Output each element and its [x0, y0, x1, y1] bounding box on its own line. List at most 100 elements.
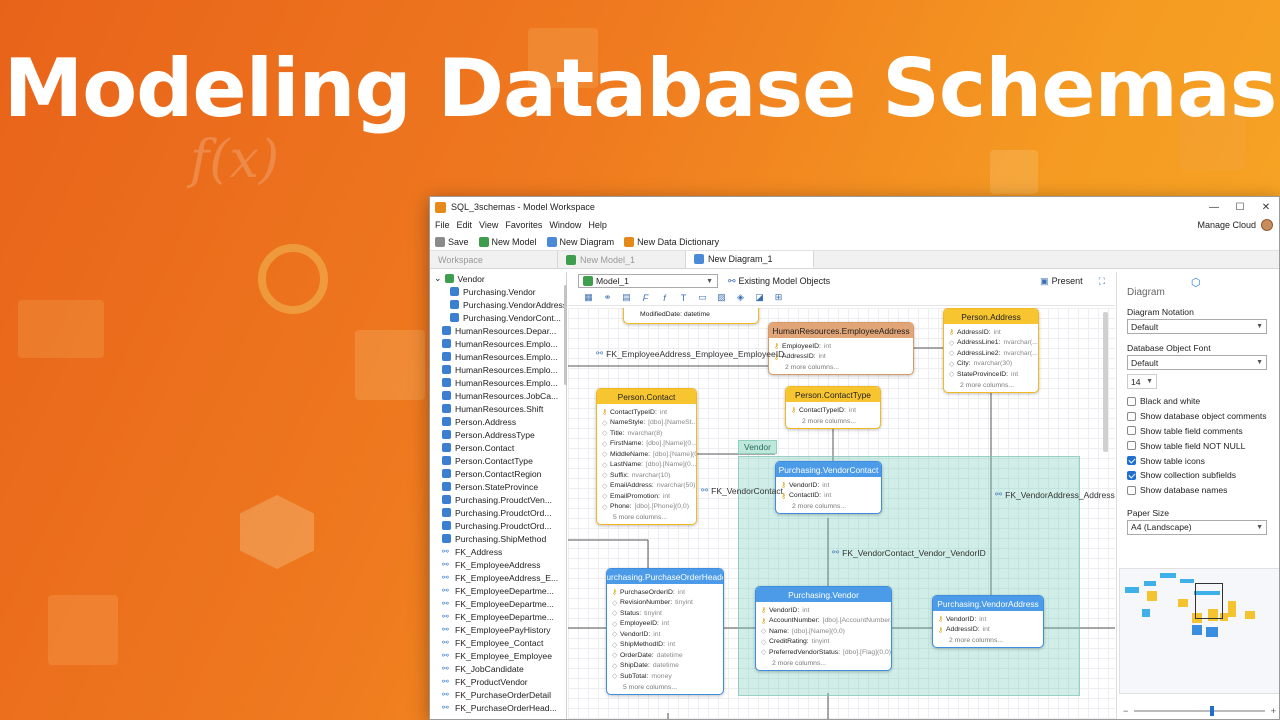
entity-po-header[interactable]: Purchasing.PurchaseOrderHeader ⚷ PurchaseO… — [606, 568, 724, 695]
tree-item-table[interactable]: Purchasing.ProudctOrd... — [430, 506, 566, 519]
more-columns-link[interactable]: 2 more columns... — [776, 501, 881, 512]
option-checkbox[interactable]: Show table field comments — [1127, 424, 1279, 439]
entity-field[interactable]: ◇MiddleName:[dbo].[Name](0... — [597, 449, 696, 460]
diagram-notation-select[interactable]: Default ▼ — [1127, 319, 1267, 334]
entity-field[interactable]: ◇ Name: [dbo].[Name](0,0) — [756, 626, 891, 637]
tree-item-table[interactable]: HumanResources.Emplo... — [430, 363, 566, 376]
tree-item-fk[interactable]: ⚯ FK_Address — [430, 545, 566, 558]
entity-field[interactable]: ⚷ AccountNumber: [dbo].[AccountNumber... — [756, 616, 891, 627]
relation-label[interactable]: ⚯ FK_EmployeeAddress_Employee_EmployeeID — [596, 348, 784, 359]
entity-field[interactable]: ◇ CreditRating: tinyint — [756, 637, 891, 648]
tree-item-table[interactable]: Purchasing.ProudctVen... — [430, 493, 566, 506]
text-icon[interactable]: T — [678, 293, 689, 303]
relation-label[interactable]: ⚯ FK_VendorAddress_Address — [995, 489, 1115, 500]
more-columns-link[interactable]: 2 more columns... — [756, 658, 891, 669]
entity-field[interactable]: ◇ Title: nvarchar(8) — [597, 428, 696, 439]
entity-field[interactable]: ◇ RevisionNumber: tinyint — [607, 598, 723, 609]
tree-item-table[interactable]: Purchasing.ShipMethod — [430, 532, 566, 545]
checkbox[interactable] — [1127, 441, 1136, 451]
more-columns-link[interactable]: 2 more columns... — [769, 362, 913, 373]
tree-item-fk[interactable]: ⚯ FK_Employee_Employee — [430, 649, 566, 662]
shape-icon[interactable]: ◈ — [735, 292, 746, 303]
entity-partial[interactable]: ModifiedDate: datetime — [623, 308, 759, 324]
checkbox[interactable] — [1127, 456, 1136, 466]
font-size-select[interactable]: 14 ▼ — [1127, 374, 1157, 389]
option-checkbox[interactable]: Show table icons — [1127, 453, 1279, 468]
fullscreen-icon[interactable]: ⛶ — [1099, 276, 1105, 287]
new-diagram-button[interactable]: New Diagram — [546, 236, 614, 247]
entity-field[interactable]: ◇ AddressLine2: nvarchar(... — [944, 348, 1038, 359]
tree-item-table[interactable]: Purchasing.ProudctOrd... — [430, 519, 566, 532]
function-icon[interactable]: F — [640, 293, 651, 303]
entity-field[interactable]: ◇ EmailPromotion: int — [597, 491, 696, 502]
entity-field[interactable]: ◇ OrderDate: datetime — [607, 650, 723, 661]
entity-field[interactable]: ◇ NameStyle: [dbo].[NameSt... — [597, 418, 696, 429]
checkbox[interactable] — [1127, 396, 1136, 406]
chevron-down-icon[interactable]: ⌄ — [434, 273, 442, 284]
menu-file[interactable]: File — [435, 220, 450, 230]
entity-field[interactable]: ⚷ ContactTypeID: int — [786, 405, 880, 416]
zoom-in-icon[interactable]: + — [1271, 706, 1276, 716]
note-icon[interactable]: ▭ — [697, 292, 708, 303]
minimap[interactable] — [1119, 568, 1279, 694]
tree-item-fk[interactable]: ⚯ FK_Employee_Contact — [430, 636, 566, 649]
minimap-viewport[interactable] — [1195, 583, 1223, 619]
tree-item-table[interactable]: HumanResources.Shift — [430, 402, 566, 415]
entity-field[interactable]: ⚷ VendorID: int — [776, 480, 881, 491]
entity-field[interactable]: ⚷ AddressID: int — [769, 352, 913, 363]
table-icon[interactable]: ▦ — [583, 292, 594, 303]
entity-field[interactable]: ◇ ShipMethodID: int — [607, 640, 723, 651]
tree-item-table[interactable]: HumanResources.Emplo... — [430, 350, 566, 363]
entity-field[interactable]: ⚷ ContactID: int — [776, 491, 881, 502]
tree-item-table[interactable]: Person.ContactType — [430, 454, 566, 467]
menu-view[interactable]: View — [479, 220, 498, 230]
entity-field[interactable]: ◇ City: nvarchar(30) — [944, 359, 1038, 370]
entity-field[interactable]: ◇ Phone: [dbo].[Phone](0,0) — [597, 502, 696, 513]
model-select[interactable]: Model_1 ▼ — [578, 274, 718, 288]
entity-field[interactable]: ⚷ EmployeeID: int — [769, 341, 913, 352]
entity-contact-type[interactable]: Person.ContactType ⚷ ContactTypeID: int 2 mo… — [785, 386, 881, 429]
entity-field[interactable]: ◇ Status: tinyint — [607, 608, 723, 619]
procedure-icon[interactable]: f — [659, 293, 670, 303]
menu-favorites[interactable]: Favorites — [505, 220, 542, 230]
image-icon[interactable]: ▨ — [716, 292, 727, 303]
checkbox[interactable] — [1127, 470, 1136, 480]
entity-field[interactable]: ◇ StateProvinceID: int — [944, 369, 1038, 380]
tree-item-table[interactable]: Person.Address — [430, 415, 566, 428]
more-columns-link[interactable]: 2 more columns... — [786, 416, 880, 427]
paper-size-select[interactable]: A4 (Landscape) ▼ — [1127, 519, 1267, 535]
entity-field[interactable]: ◇ AddressLine1: nvarchar(... — [944, 338, 1038, 349]
menu-edit[interactable]: Edit — [457, 220, 473, 230]
more-columns-link[interactable]: 2 more columns... — [933, 635, 1043, 646]
tree-item-fk[interactable]: ⚯ FK_JobCandidate — [430, 662, 566, 675]
option-checkbox[interactable]: Black and white — [1127, 394, 1279, 409]
tree-item-table[interactable]: Person.StateProvince — [430, 480, 566, 493]
more-columns-link[interactable]: 5 more columns... — [597, 512, 696, 523]
avatar[interactable] — [1261, 219, 1273, 231]
entity-emp-addr[interactable]: HumanResources.EmployeeAddress ⚷ EmployeeI… — [768, 322, 914, 375]
relation-icon[interactable]: ⚭ — [602, 292, 613, 303]
tree-item-fk[interactable]: ⚯ FK_EmployeePayHistory — [430, 623, 566, 636]
option-checkbox[interactable]: Show table field NOT NULL — [1127, 438, 1279, 453]
tree-item-fk[interactable]: ⚯ FK_ProductVendor — [430, 675, 566, 688]
option-checkbox[interactable]: Show collection subfields — [1127, 468, 1279, 483]
entity-person-contact[interactable]: Person.Contact ⚷ ContactTypeID: int ◇ NameSty… — [596, 388, 697, 525]
entity-field[interactable]: ⚷ PurchaseOrderID: int — [607, 587, 723, 598]
more-columns-link[interactable]: 2 more columns... — [944, 380, 1038, 391]
tree-item-fk[interactable]: ⚯ FK_EmployeeAddress — [430, 558, 566, 571]
relation-label[interactable]: ⚯ FK_VendorContact_Vendor_VendorID — [832, 547, 986, 558]
entity-person-addr[interactable]: Person.Address ⚷ AddressID: int ◇ AddressLine… — [943, 308, 1039, 393]
tree-item-fk[interactable]: ⚯ FK_EmployeeAddress_E... — [430, 571, 566, 584]
group-icon[interactable]: ◪ — [754, 292, 765, 303]
layout-icon[interactable]: ⊞ — [773, 292, 784, 303]
tree-item-fk[interactable]: ⚯ FK_EmployeeDepartme... — [430, 610, 566, 623]
tree-item-table[interactable]: HumanResources.Emplo... — [430, 337, 566, 350]
zoom-out-icon[interactable]: − — [1123, 706, 1128, 716]
entity-field[interactable]: ⚷ AddressID: int — [944, 327, 1038, 338]
new-data-dictionary-button[interactable]: New Data Dictionary — [624, 236, 719, 247]
maximize-icon[interactable]: ☐ — [1227, 202, 1253, 213]
checkbox[interactable] — [1127, 485, 1136, 495]
new-model-button[interactable]: New Model — [478, 236, 537, 247]
save-button[interactable]: Save — [435, 236, 469, 247]
option-checkbox[interactable]: Show database names — [1127, 483, 1279, 498]
